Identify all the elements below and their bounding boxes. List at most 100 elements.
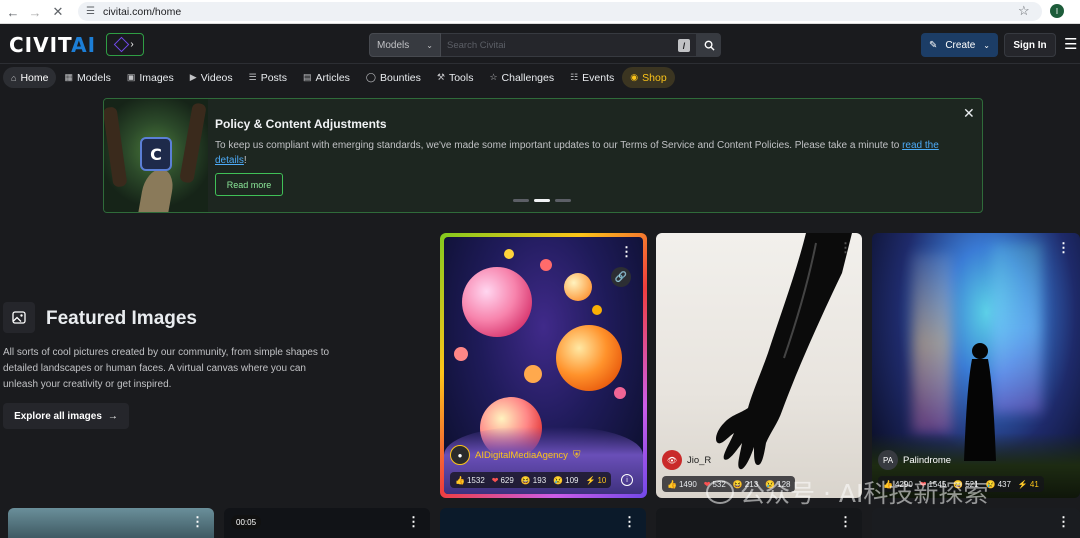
tab-shop[interactable]: ◉ Shop (622, 67, 675, 88)
stop-icon[interactable]: ✕ (47, 1, 69, 23)
url-text: civitai.com/home (102, 5, 182, 18)
more-options-icon[interactable]: ⋮ (1057, 241, 1070, 254)
chevron-right-icon: › (130, 39, 134, 50)
more-options-icon[interactable]: ⋮ (191, 515, 204, 528)
calendar-icon: ☷ (570, 72, 579, 82)
more-options-icon[interactable]: ⋮ (839, 515, 852, 528)
image-card[interactable]: ⋮ (8, 508, 214, 538)
tools-icon: ⚒ (436, 72, 445, 82)
hamburger-menu-icon[interactable]: ☰ (1064, 35, 1077, 53)
wechat-icon (706, 480, 734, 504)
search-icon (704, 40, 715, 51)
tab-images[interactable]: ▣ Images (119, 67, 182, 88)
banner-title: Policy & Content Adjustments (215, 117, 387, 131)
search-shortcut-hint: / (678, 39, 690, 52)
image-card[interactable]: ⋮ 👁 Jio_R 👍 1490 ❤ 532 😆 213 😢 128 (656, 233, 862, 498)
tab-models[interactable]: ▦ Models (56, 67, 118, 88)
feature-badge[interactable]: › (106, 33, 144, 56)
chevron-down-icon: ⌄ (983, 40, 990, 50)
home-icon: ⌂ (11, 72, 17, 83)
image-card[interactable]: ⋮ (656, 508, 862, 538)
grid-icon: ▦ (64, 72, 73, 82)
more-options-icon[interactable]: ⋮ (839, 241, 852, 254)
bookmark-star-icon[interactable]: ☆ (1018, 3, 1030, 19)
tab-events[interactable]: ☷ Events (562, 67, 622, 88)
bounty-icon: ◯ (365, 72, 376, 82)
read-more-button[interactable]: Read more (215, 173, 283, 196)
shop-icon: ◉ (630, 72, 639, 82)
avatar: PA (878, 450, 898, 470)
like-reaction[interactable]: 👍 1490 (667, 480, 697, 489)
search-scope-select[interactable]: Models ⌄ (369, 33, 441, 57)
reaction-bar: 👍 1532 ❤ 629 😆 193 😢 109 ⚡ 10 (450, 472, 612, 488)
tab-posts[interactable]: ☰ Posts (241, 67, 295, 88)
laugh-reaction[interactable]: 😆 193 (521, 476, 546, 485)
address-bar[interactable]: ☰ civitai.com/home (78, 2, 1042, 21)
arrow-right-icon: → (107, 410, 118, 422)
avatar: 👁 (662, 450, 682, 470)
brush-icon: ✎ (929, 39, 938, 51)
image-icon (3, 302, 35, 333)
image-card[interactable]: ⋮ (872, 508, 1080, 538)
back-icon[interactable]: ← (2, 1, 24, 23)
cry-reaction[interactable]: 😢 437 (986, 480, 1011, 489)
browser-toolbar: ← → ✕ ☰ civitai.com/home ☆ I (0, 0, 1080, 24)
carousel-indicators (513, 199, 571, 202)
forward-icon[interactable]: → (24, 1, 46, 23)
chevron-down-icon: ⌄ (426, 40, 433, 50)
carousel-dot-active[interactable] (534, 199, 550, 202)
tab-home[interactable]: ⌂ Home (3, 67, 57, 88)
search-button[interactable] (697, 33, 721, 57)
sign-in-button[interactable]: Sign In (1004, 33, 1056, 57)
watermark: 公众号 · AI科技新探索 (706, 474, 988, 510)
tip-reaction[interactable]: ⚡ 41 (1018, 480, 1039, 489)
heart-reaction[interactable]: ❤ 629 (492, 476, 514, 485)
link-icon[interactable]: 🔗 (611, 267, 631, 287)
video-icon: ▶ (189, 72, 197, 82)
card-author[interactable]: ● AIDigitalMediaAgency ⛨ (450, 445, 580, 465)
tab-challenges[interactable]: ☆ Challenges (481, 67, 562, 88)
cube-icon (114, 36, 130, 53)
banner-image: C (104, 99, 208, 212)
card-author[interactable]: 👁 Jio_R (662, 450, 711, 470)
explore-images-button[interactable]: Explore all images → (3, 403, 129, 429)
search-input[interactable]: Search Civitai / (441, 33, 697, 57)
posts-icon: ☰ (248, 72, 257, 82)
article-icon: ▤ (302, 72, 312, 82)
trophy-icon: ☆ (489, 72, 498, 82)
image-card[interactable]: ⋮ 🔗 ● AIDigitalMediaAgency ⛨ 👍 1532 ❤ 629 … (440, 233, 647, 498)
banner-text: To keep us compliant with emerging stand… (215, 140, 939, 166)
more-options-icon[interactable]: ⋮ (620, 245, 633, 258)
cry-reaction[interactable]: 😢 109 (553, 476, 578, 485)
profile-avatar[interactable]: I (1050, 4, 1064, 18)
video-duration: 00:05 (231, 515, 262, 529)
carousel-dot[interactable] (555, 199, 571, 202)
video-card[interactable]: 00:05 ⋮ (224, 508, 430, 538)
shield-badge-icon: ⛨ (572, 449, 581, 461)
tab-videos[interactable]: ▶ Videos (182, 67, 241, 88)
carousel-dot[interactable] (513, 199, 529, 202)
tab-bounties[interactable]: ◯ Bounties (358, 67, 429, 88)
tab-tools[interactable]: ⚒ Tools (429, 67, 482, 88)
tip-reaction[interactable]: ⚡ 10 (585, 476, 606, 485)
image-icon: ▣ (126, 72, 136, 82)
info-icon[interactable]: i (621, 474, 633, 486)
tab-articles[interactable]: ▤ Articles (295, 67, 358, 88)
image-card[interactable]: ⋮ (440, 508, 646, 538)
more-options-icon[interactable]: ⋮ (1057, 515, 1070, 528)
policy-banner: C Policy & Content Adjustments To keep u… (103, 98, 983, 213)
civitai-logo[interactable]: CIVITAI (9, 33, 96, 57)
close-icon[interactable]: ✕ (963, 105, 975, 122)
card-author[interactable]: PA Palindrome (878, 450, 951, 470)
site-header: CIVITAI › Models ⌄ Search Civitai / ✎ Cr… (0, 25, 1080, 64)
site-settings-icon[interactable]: ☰ (86, 6, 95, 17)
section-description: All sorts of cool pictures created by ou… (3, 347, 330, 390)
image-card[interactable]: ⋮ PA Palindrome 👍 4290 ❤ 1545 😆 521 😢 437 ⚡ 4… (872, 233, 1080, 498)
avatar: ● (450, 445, 470, 465)
main-nav-tabs: ⌂ Home ▦ Models ▣ Images ▶ Videos ☰ Posts ▤ Ar… (0, 65, 1080, 90)
more-options-icon[interactable]: ⋮ (623, 515, 636, 528)
search-bar: Models ⌄ Search Civitai / (369, 33, 721, 57)
create-button[interactable]: ✎ Create ⌄ (921, 33, 998, 57)
like-reaction[interactable]: 👍 1532 (455, 476, 485, 485)
more-options-icon[interactable]: ⋮ (407, 515, 420, 528)
